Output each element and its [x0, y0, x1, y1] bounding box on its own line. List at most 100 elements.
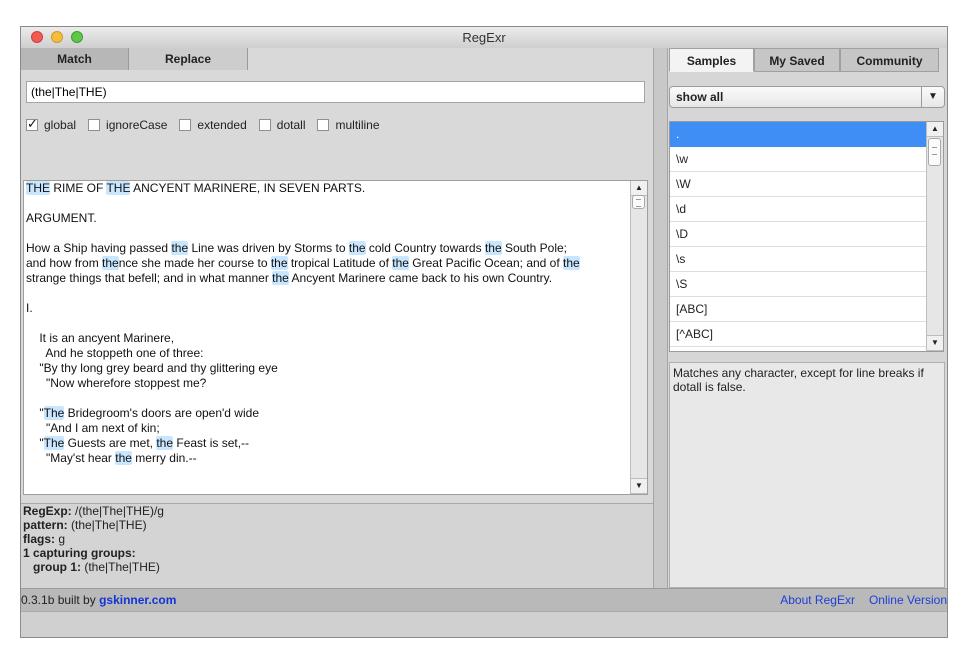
mode-tabs: Match Replace	[21, 48, 248, 70]
text-segment: Line was driven by Storms to	[188, 241, 349, 255]
match-highlight: the	[392, 256, 409, 270]
tab-replace[interactable]: Replace	[129, 48, 248, 70]
flag-extended[interactable]: extended	[179, 118, 247, 132]
sample-item[interactable]: \s	[670, 247, 927, 272]
info-group-1: group 1: (the|The|THE)	[33, 560, 160, 574]
text-line: How a Ship having passed the Line was dr…	[26, 241, 627, 256]
flag-multiline[interactable]: multiline	[317, 118, 380, 132]
scroll-up-arrow-icon[interactable]: ▲	[927, 122, 943, 137]
checkbox[interactable]	[88, 119, 101, 131]
info-flags: flags: g	[23, 532, 66, 546]
samples-list[interactable]: .\w\W\d\D\s\S[ABC][^ABC][a-z] ▲ ▼	[669, 121, 944, 352]
filter-select[interactable]: show all ▼	[669, 86, 945, 108]
text-line: I.	[26, 301, 627, 316]
author-link[interactable]: gskinner.com	[99, 593, 176, 607]
text-segment: "May'st hear	[26, 451, 116, 465]
text-line: and how from thence she made her course …	[26, 256, 627, 271]
match-highlight: the	[156, 436, 174, 450]
sample-item[interactable]: \S	[670, 272, 927, 297]
split-divider[interactable]	[653, 48, 668, 589]
text-segment: It is an ancyent Marinere,	[26, 331, 175, 345]
flag-global[interactable]: global	[26, 116, 77, 132]
online-version-link[interactable]: Online Version	[869, 593, 947, 607]
window-title: RegExr	[462, 30, 506, 45]
text-line: strange things that befell; and in what …	[26, 271, 627, 286]
checkbox[interactable]	[317, 119, 330, 131]
library-tabs: Samples My Saved Community	[668, 48, 947, 72]
tab-match[interactable]: Match	[21, 48, 129, 70]
sample-item[interactable]: [^ABC]	[670, 322, 927, 347]
text-segment: Feast is set,--	[173, 436, 250, 450]
samples-scrollbar[interactable]: ▲ ▼	[926, 122, 943, 351]
about-link[interactable]: About RegExr	[780, 593, 855, 607]
sample-item[interactable]: \W	[670, 172, 927, 197]
text-segment: Bridegroom's doors are open'd wide	[64, 406, 259, 420]
chevron-down-icon[interactable]: ▼	[921, 87, 944, 107]
scroll-thumb[interactable]	[632, 195, 645, 209]
flag-label: ignoreCase	[106, 118, 168, 132]
sample-item[interactable]: \w	[670, 147, 927, 172]
text-line: "By thy long grey beard and thy glitteri…	[26, 361, 627, 376]
match-highlight: The	[43, 406, 65, 420]
checkbox[interactable]	[179, 119, 192, 131]
flag-label: global	[44, 118, 77, 132]
text-segment: merry din.--	[131, 451, 197, 465]
scroll-down-arrow-icon[interactable]: ▼	[631, 478, 647, 494]
sample-item[interactable]: \D	[670, 222, 927, 247]
text-line: "And I am next of kin;	[26, 421, 627, 436]
scroll-thumb[interactable]	[928, 138, 941, 166]
text-segment: "Now wherefore stoppest me?	[26, 376, 207, 390]
pattern-input[interactable]	[26, 81, 645, 103]
text-scrollbar[interactable]: ▲ ▼	[630, 181, 647, 494]
text-segment: Guests are met,	[64, 436, 157, 450]
sample-item[interactable]: [ABC]	[670, 297, 927, 322]
text-segment: tropical Latitude of	[287, 256, 393, 270]
status-links: About RegExr Online Version	[766, 589, 947, 611]
sample-item[interactable]: [a-z]	[670, 347, 927, 351]
source-text[interactable]: THE RIME OF THE ANCYENT MARINERE, IN SEV…	[24, 181, 629, 466]
text-segment: and how from	[26, 256, 103, 270]
tab-my-saved[interactable]: My Saved	[754, 48, 840, 72]
sample-item[interactable]: .	[670, 122, 927, 147]
match-highlight: The	[43, 436, 65, 450]
text-segment: RIME OF	[50, 181, 107, 195]
match-highlight: THE	[106, 181, 131, 195]
match-highlight: the	[484, 241, 502, 255]
flag-dotall[interactable]: dotall	[258, 118, 305, 132]
info-groups: 1 capturing groups:	[23, 546, 136, 560]
text-segment: ARGUMENT.	[26, 211, 97, 225]
text-line: "The Guests are met, the Feast is set,--	[26, 436, 627, 451]
info-pattern: pattern: (the|The|THE)	[23, 518, 147, 532]
text-line: ARGUMENT.	[26, 211, 627, 226]
text-line	[26, 196, 627, 211]
checkbox[interactable]	[258, 119, 271, 131]
tab-community[interactable]: Community	[840, 48, 939, 72]
match-highlight: the	[270, 256, 288, 270]
flag-ignorecase[interactable]: ignoreCase	[88, 118, 167, 132]
scroll-up-arrow-icon[interactable]: ▲	[631, 181, 647, 196]
right-pane: Samples My Saved Community show all ▼ . \…	[668, 48, 947, 589]
text-line: It is an ancyent Marinere,	[26, 331, 627, 346]
text-segment: strange things that befell; and in what …	[26, 271, 273, 285]
filter-select-value: show all	[676, 90, 724, 104]
title-bar: RegExr	[21, 27, 947, 49]
text-line	[26, 286, 627, 301]
app-window: RegExr Match Replace global ignoreCase ext…	[20, 26, 948, 638]
match-highlight: the	[115, 451, 132, 465]
sample-item[interactable]: \d	[670, 197, 927, 222]
text-line	[26, 391, 627, 406]
text-segment: Ancyent Marinere came back to his own Co…	[288, 271, 553, 285]
text-line: And he stoppeth one of three:	[26, 346, 627, 361]
text-segment: Great Pacific Ocean; and of	[408, 256, 564, 270]
text-segment: ANCYENT MARINERE, IN SEVEN PARTS.	[130, 181, 366, 195]
text-line: THE RIME OF THE ANCYENT MARINERE, IN SEV…	[26, 181, 627, 196]
source-text-area[interactable]: THE RIME OF THE ANCYENT MARINERE, IN SEV…	[23, 180, 648, 495]
checkbox[interactable]	[26, 116, 38, 132]
match-highlight: the	[563, 256, 580, 270]
match-highlight: the	[272, 271, 289, 285]
match-highlight: the	[171, 241, 189, 255]
scroll-down-arrow-icon[interactable]: ▼	[927, 335, 943, 351]
version-text: 0.3.1b built by gskinner.com	[21, 593, 177, 607]
tab-samples[interactable]: Samples	[669, 48, 754, 72]
match-highlight: the	[102, 256, 119, 270]
